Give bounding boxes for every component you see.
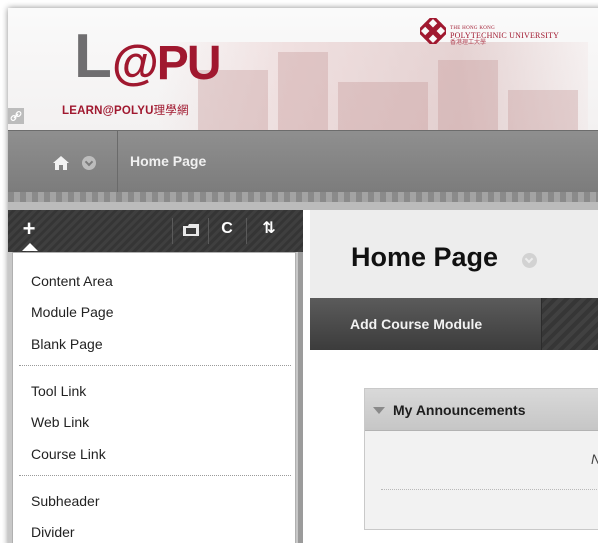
polyu-wordmark: THE HONG KONG POLYTECHNIC UNIVERSITY 香港理… xyxy=(450,26,559,47)
lpu-logo-tagline: LEARN@POLYU理學網 xyxy=(62,102,189,118)
link-icon[interactable] xyxy=(8,108,24,124)
menu-divider xyxy=(19,475,291,476)
home-icon[interactable] xyxy=(52,155,70,171)
module-header[interactable]: My Announcements xyxy=(365,389,598,431)
module-content-fragment: N xyxy=(591,451,598,467)
institution-banner: L @PU LEARN@POLYU理學網 THE HONG KONG POLYT… xyxy=(8,8,598,130)
breadcrumb-bar: Home Page xyxy=(8,130,598,193)
course-menu-toolbar: + C ⇅ xyxy=(8,210,303,252)
add-menu-item-button[interactable]: + xyxy=(12,210,46,251)
campus-photo xyxy=(158,42,588,130)
menu-item-divider[interactable]: Divider xyxy=(31,524,75,540)
menu-item-web-link[interactable]: Web Link xyxy=(31,414,89,430)
chevron-down-icon[interactable] xyxy=(82,156,96,170)
folder-icon xyxy=(183,224,199,236)
browser-frame: L @PU LEARN@POLYU理學網 THE HONG KONG POLYT… xyxy=(8,8,598,543)
add-menu-dropdown: Content Area Module Page Blank Page Tool… xyxy=(12,252,296,543)
folder-view-button[interactable] xyxy=(176,210,206,250)
reorder-icon[interactable]: ⇅ xyxy=(254,210,284,250)
divider-strip-lower xyxy=(8,202,598,210)
page-title: Home Page xyxy=(351,242,499,272)
chevron-down-icon[interactable] xyxy=(522,253,537,268)
menu-item-module-page[interactable]: Module Page xyxy=(31,304,114,320)
polyu-cn-text: 香港理工大學 xyxy=(450,40,487,47)
panel-scroll-edge xyxy=(298,252,303,543)
menu-item-tool-link[interactable]: Tool Link xyxy=(31,383,86,399)
polyu-name-text: POLYTECHNIC UNIVERSITY xyxy=(450,30,560,40)
action-bar: Add Course Module xyxy=(310,298,598,350)
tagline-text: LEARN@POLYU xyxy=(62,105,154,117)
module-divider xyxy=(381,489,598,490)
course-menu-panel: + C ⇅ Content Area Module Page Blank Pag… xyxy=(8,210,303,543)
menu-divider xyxy=(19,365,291,366)
add-course-module-button[interactable]: Add Course Module xyxy=(310,298,542,350)
lpu-logo-l: L xyxy=(74,22,112,91)
home-menu[interactable] xyxy=(26,131,118,193)
page-title-header: Home Page xyxy=(310,210,598,298)
collapse-triangle-icon[interactable] xyxy=(373,407,385,414)
menu-item-content-area[interactable]: Content Area xyxy=(31,273,113,289)
menu-item-subheader[interactable]: Subheader xyxy=(31,493,100,509)
announcements-module: My Announcements N xyxy=(364,388,598,530)
refresh-icon[interactable]: C xyxy=(212,210,242,250)
breadcrumb-current[interactable]: Home Page xyxy=(130,153,206,169)
lpu-logo-text: @PU xyxy=(112,37,221,90)
menu-item-course-link[interactable]: Course Link xyxy=(31,446,106,462)
tagline-cjk: 理學網 xyxy=(153,105,189,117)
divider-strip xyxy=(8,192,598,202)
module-title: My Announcements xyxy=(393,402,526,418)
menu-item-blank-page[interactable]: Blank Page xyxy=(31,336,103,352)
polyu-emblem-icon xyxy=(420,18,446,44)
